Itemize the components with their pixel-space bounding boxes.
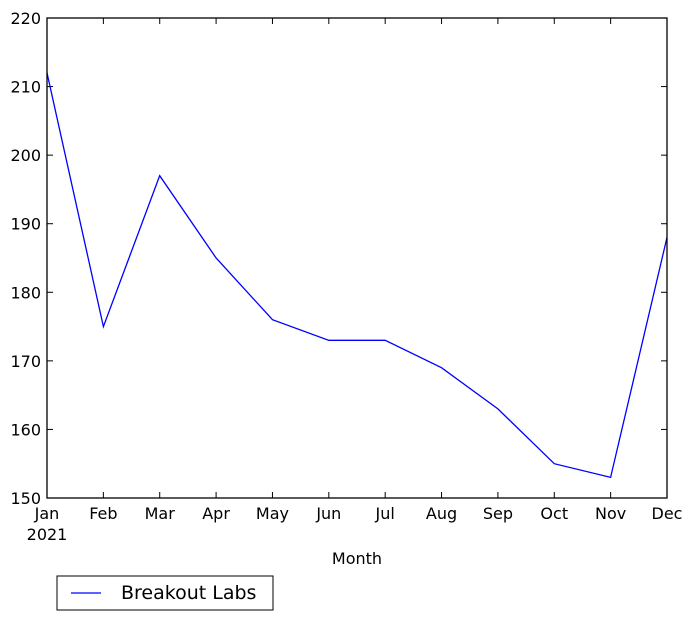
y-tick-label: 170 (10, 352, 41, 371)
series-line-breakout-labs (46, 72, 668, 479)
x-year-label: 2021 (27, 525, 68, 544)
y-tick-label: 160 (10, 420, 41, 439)
x-tick-label: Nov (595, 504, 626, 523)
line-chart: 150160170180190200210220 Jan Feb Mar Apr May… (10, 9, 683, 611)
x-tick-label: Jul (375, 504, 395, 523)
x-tick-label: Dec (652, 504, 683, 523)
plot-frame (46, 17, 668, 499)
x-tick-label: Oct (540, 504, 568, 523)
x-axis-label: Month (332, 549, 382, 568)
x-tick-label: May (256, 504, 289, 523)
x-tick-label: Feb (89, 504, 117, 523)
x-tick-label: Mar (145, 504, 176, 523)
legend-label: Breakout Labs (121, 582, 256, 604)
x-tick-label: Apr (202, 504, 230, 523)
y-tick-label: 200 (10, 146, 41, 165)
x-tick-label: Jun (315, 504, 341, 523)
y-tick-label: 190 (10, 215, 41, 234)
y-tick-label: 220 (10, 9, 41, 28)
y-tick-label: 180 (10, 283, 41, 302)
x-tick-label: Jan (34, 504, 60, 523)
legend: Breakout Labs (56, 575, 274, 611)
x-tick-label: Sep (483, 504, 513, 523)
x-tick-label: Aug (426, 504, 457, 523)
y-tick-label: 210 (10, 78, 41, 97)
